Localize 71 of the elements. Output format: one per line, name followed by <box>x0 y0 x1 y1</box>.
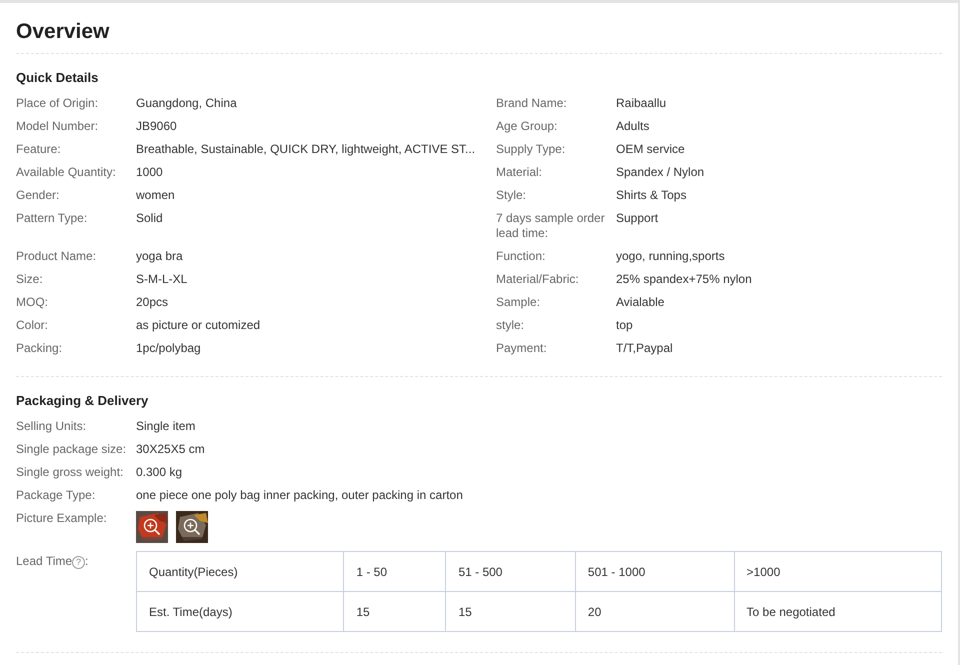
field-label: Pattern Type: <box>16 211 88 227</box>
table-cell: >1000 <box>734 552 942 592</box>
field-label: Age Group: <box>496 119 558 134</box>
field-label: Product Name: <box>16 249 96 264</box>
field-label: Sample: <box>496 295 540 310</box>
field-label: Function: <box>496 249 546 264</box>
field-label: Brand Name: <box>496 96 567 111</box>
field-value: Breathable, Sustainable, QUICK DRY, lightweight, ACTIVE ST... <box>136 142 476 157</box>
field-value: Solid <box>136 211 163 227</box>
field-label: Gender: <box>16 188 60 203</box>
field-value: yogo, running,sports <box>616 249 725 264</box>
field-label: Style: <box>496 188 526 203</box>
table-cell: To be negotiated <box>734 592 942 632</box>
field-label: Picture Example: <box>16 511 107 526</box>
field-value: T/T,Paypal <box>616 341 673 356</box>
table-cell: 1 - 50 <box>344 552 446 592</box>
label-colon: : <box>85 554 88 568</box>
table-cell: 51 - 500 <box>446 552 576 592</box>
field-value: Avialable <box>616 295 664 310</box>
field-value: JB9060 <box>136 119 177 134</box>
field-label: Material/Fabric: <box>496 272 579 287</box>
field-label: Selling Units: <box>16 419 86 434</box>
field-label: Single package size: <box>16 442 126 457</box>
field-label: Color: <box>16 318 48 333</box>
field-label: Lead Time <box>16 554 72 568</box>
field-value: Support <box>616 211 658 227</box>
field-value: one piece one poly bag inner packing, outer packing in carton <box>136 488 463 503</box>
table-cell: Quantity(Pieces) <box>136 552 344 592</box>
field-value: 30X25X5 cm <box>136 442 205 457</box>
table-cell: Est. Time(days) <box>136 592 344 632</box>
field-label: 7 days sample order lead time: <box>496 211 606 241</box>
field-value: women <box>136 188 175 203</box>
table-cell: 15 <box>344 592 446 632</box>
zoom-icon[interactable] <box>143 518 161 536</box>
field-value: 1pc/polybag <box>136 341 201 356</box>
field-value: S-M-L-XL <box>136 272 188 287</box>
field-value: Single item <box>136 419 196 434</box>
field-label: Available Quantity: <box>16 165 116 180</box>
field-value: Raibaallu <box>616 96 666 111</box>
field-value: Shirts & Tops <box>616 188 686 203</box>
field-label: MOQ: <box>16 295 48 310</box>
field-label: Place of Origin: <box>16 96 98 111</box>
field-label: Material: <box>496 165 542 180</box>
field-label: Single gross weight: <box>16 465 124 480</box>
field-value: 25% spandex+75% nylon <box>616 272 752 287</box>
field-value: 1000 <box>136 165 163 180</box>
field-value: Guangdong, China <box>136 96 237 111</box>
field-label: Size: <box>16 272 43 287</box>
field-value: 0.300 kg <box>136 465 182 480</box>
field-label: Model Number: <box>16 119 98 134</box>
field-label: style: <box>496 318 524 333</box>
field-value: 20pcs <box>136 295 168 310</box>
field-value: top <box>616 318 633 333</box>
page-title: Overview <box>16 19 110 45</box>
field-value: as picture or cutomized <box>136 318 260 333</box>
field-label: Payment: <box>496 341 547 356</box>
table-cell: 20 <box>575 592 734 632</box>
field-label: Package Type: <box>16 488 96 503</box>
field-label: Feature: <box>16 142 61 157</box>
field-value: yoga bra <box>136 249 183 264</box>
field-value: Spandex / Nylon <box>616 165 704 180</box>
field-value: Adults <box>616 119 650 134</box>
field-label: Packing: <box>16 341 62 356</box>
zoom-icon[interactable] <box>183 518 201 536</box>
help-icon[interactable]: ? <box>72 556 86 569</box>
table-cell: 15 <box>446 592 576 632</box>
table-cell: 501 - 1000 <box>575 552 734 592</box>
section-heading: Packaging & Delivery <box>16 393 148 409</box>
field-label: Supply Type: <box>496 142 566 157</box>
field-value: OEM service <box>616 142 685 157</box>
section-heading: Quick Details <box>16 70 98 86</box>
